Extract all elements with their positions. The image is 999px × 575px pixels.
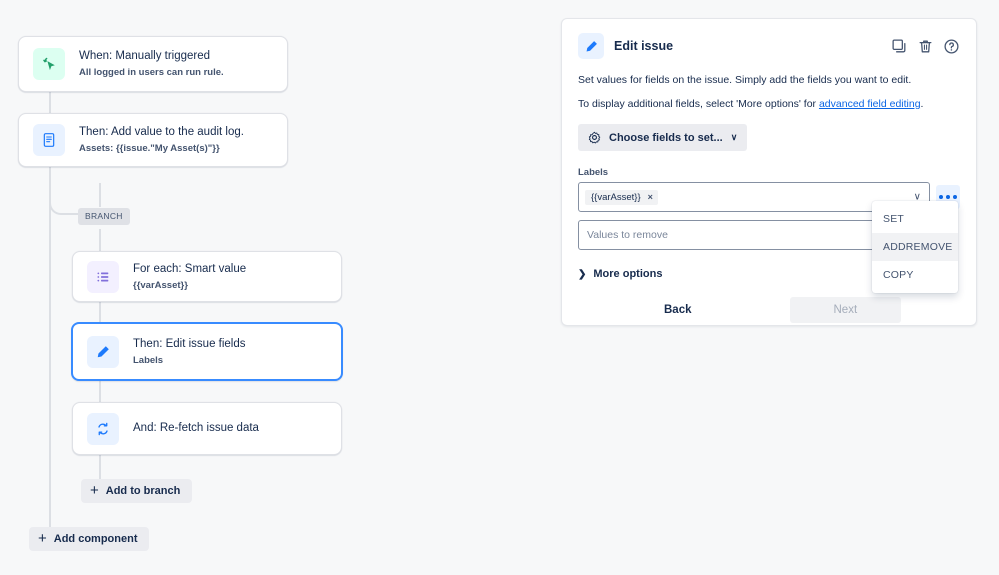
panel-description-1: Set values for fields on the issue. Simp… — [578, 74, 912, 86]
rule-node-edit-issue-fields[interactable]: Then: Edit issue fields Labels — [71, 322, 343, 381]
branch-pill: BRANCH — [78, 208, 130, 225]
labels-mode-dropdown-menu: SET ADDREMOVE COPY — [872, 201, 958, 293]
menu-item-set[interactable]: SET — [872, 205, 958, 233]
duplicate-icon[interactable] — [891, 38, 908, 55]
labels-chip[interactable]: {{varAsset}} × — [585, 189, 658, 205]
trash-icon[interactable] — [917, 38, 934, 55]
connector-trunk-1 — [49, 90, 51, 114]
advanced-field-editing-link[interactable]: advanced field editing — [819, 98, 921, 110]
cursor-click-icon — [33, 48, 65, 80]
menu-item-addremove[interactable]: ADDREMOVE — [872, 233, 958, 261]
plus-icon: + — [90, 482, 99, 499]
dot-1 — [939, 195, 943, 199]
rule-node-subtitle: Assets: {{issue."My Asset(s)"}} — [79, 143, 220, 154]
rule-node-for-each[interactable]: For each: Smart value {{varAsset}} — [72, 251, 342, 302]
chevron-right-icon: ❯ — [578, 268, 587, 280]
rule-node-subtitle: All logged in users can run rule. — [79, 67, 224, 78]
rule-node-text: For each: Smart value {{varAsset}} — [133, 262, 246, 292]
connector-branch-stem — [99, 183, 101, 207]
description-2-prefix: To display additional fields, select 'Mo… — [578, 98, 819, 110]
document-icon — [33, 124, 65, 156]
connector-branch-3 — [99, 381, 101, 402]
choose-fields-label: Choose fields to set... — [609, 131, 723, 144]
rule-node-title: Then: Add value to the audit log. — [79, 126, 244, 138]
connector-trunk-2 — [49, 167, 51, 530]
rule-node-refetch[interactable]: And: Re-fetch issue data — [72, 402, 342, 455]
values-to-remove-placeholder: Values to remove — [587, 229, 668, 241]
rule-node-text: When: Manually triggered All logged in u… — [79, 49, 224, 79]
more-options-label: More options — [593, 268, 663, 280]
connector-branch-4 — [99, 455, 101, 480]
rule-node-text: And: Re-fetch issue data — [133, 421, 259, 436]
back-button[interactable]: Back — [650, 297, 706, 323]
add-component-label: Add component — [53, 533, 138, 545]
rule-node-text: Then: Edit issue fields Labels — [133, 337, 246, 367]
pencil-icon — [578, 33, 604, 59]
chevron-down-icon: ∨ — [730, 132, 738, 142]
dot-3 — [953, 195, 957, 199]
pencil-icon — [87, 335, 119, 368]
rule-node-subtitle: Labels — [133, 354, 164, 366]
panel-title: Edit issue — [614, 39, 674, 53]
rule-node-title: And: Re-fetch issue data — [133, 422, 259, 434]
connector-branch-2 — [99, 302, 101, 322]
plus-icon: + — [38, 530, 47, 547]
rule-node-trigger[interactable]: When: Manually triggered All logged in u… — [18, 36, 288, 92]
list-icon — [87, 260, 119, 293]
rule-node-title: When: Manually triggered — [79, 50, 211, 62]
description-2-suffix: . — [920, 98, 924, 110]
panel-header-actions — [891, 38, 960, 55]
help-icon[interactable] — [943, 38, 960, 55]
choose-fields-button[interactable]: Choose fields to set... ∨ — [578, 124, 748, 151]
rule-node-subtitle: {{varAsset}} — [133, 279, 188, 291]
panel-header: Edit issue — [562, 19, 976, 59]
next-button: Next — [789, 297, 902, 323]
rule-node-text: Then: Add value to the audit log. Assets… — [79, 125, 244, 155]
labels-chip-value: {{varAsset}} — [591, 191, 641, 203]
dot-2 — [946, 195, 950, 199]
panel-description-2: To display additional fields, select 'Mo… — [578, 97, 960, 112]
add-to-branch-label: Add to branch — [105, 485, 181, 497]
rule-node-audit-log[interactable]: Then: Add value to the audit log. Assets… — [18, 113, 288, 167]
app-root: When: Manually triggered All logged in u… — [0, 0, 999, 575]
add-to-branch-button[interactable]: + Add to branch — [81, 479, 193, 503]
connector-branch-1 — [99, 229, 101, 251]
labels-field-label: Labels — [578, 167, 609, 178]
menu-item-copy[interactable]: COPY — [872, 261, 958, 289]
panel-footer: Back Next — [578, 297, 960, 323]
rule-canvas: When: Manually triggered All logged in u… — [0, 0, 560, 575]
rule-node-title: For each: Smart value — [133, 262, 247, 275]
rule-node-title: Then: Edit issue fields — [133, 337, 246, 350]
gear-icon — [588, 131, 601, 144]
close-icon[interactable]: × — [648, 192, 653, 202]
values-to-remove-input[interactable]: Values to remove — [578, 220, 921, 250]
add-component-button[interactable]: + Add component — [29, 527, 150, 551]
refresh-icon — [87, 412, 119, 445]
